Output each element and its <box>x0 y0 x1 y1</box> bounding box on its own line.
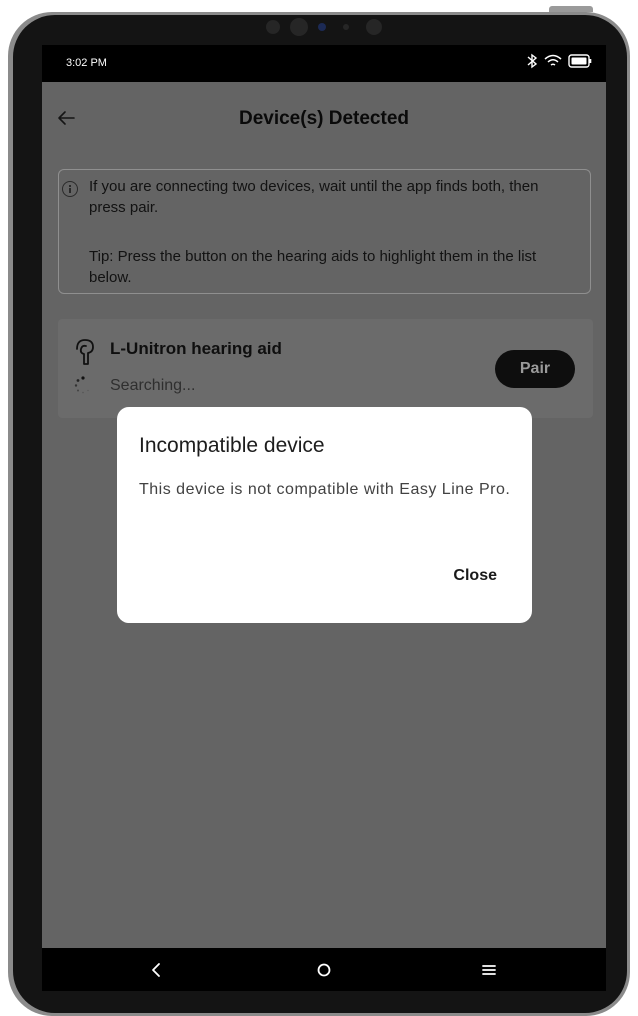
dialog-title: Incompatible device <box>139 434 325 457</box>
page-title: Device(s) Detected <box>238 108 410 129</box>
nav-menu-icon[interactable] <box>469 958 509 982</box>
app-bar: Device(s) Detected <box>42 82 606 154</box>
nav-back-icon[interactable] <box>136 958 176 982</box>
screen: 3:02 PM Device(s) Detected If you are co… <box>42 45 606 991</box>
close-button[interactable]: Close <box>453 567 497 585</box>
camera-dot <box>290 18 308 36</box>
loading-spinner-icon <box>74 376 89 394</box>
device-status: Searching... <box>110 377 196 394</box>
battery-icon <box>568 54 592 68</box>
status-time: 3:02 PM <box>66 57 107 69</box>
bluetooth-icon <box>527 53 538 69</box>
info-text-tip: Tip: Press the button on the hearing aid… <box>89 248 537 286</box>
camera-lens <box>318 23 326 31</box>
info-text-connecting: If you are connecting two devices, wait … <box>89 178 539 216</box>
device-list-item[interactable]: L-Unitron hearing aid Searching... Pair <box>58 319 593 418</box>
incompatible-device-dialog: Incompatible device This device is not c… <box>117 407 532 623</box>
dialog-message: This device is not compatible with Easy … <box>139 481 511 498</box>
system-nav-bar <box>42 948 606 991</box>
pair-button[interactable]: Pair <box>495 350 575 388</box>
device-name: L-Unitron hearing aid <box>110 339 282 358</box>
wifi-icon <box>544 54 562 66</box>
camera-dot <box>343 24 349 30</box>
info-icon <box>62 181 78 197</box>
nav-home-icon[interactable] <box>304 958 344 982</box>
hearing-aid-icon <box>76 339 94 365</box>
status-icons <box>526 53 592 69</box>
camera-dot <box>366 19 382 35</box>
camera-dot <box>266 20 280 34</box>
status-bar: 3:02 PM <box>42 45 606 82</box>
